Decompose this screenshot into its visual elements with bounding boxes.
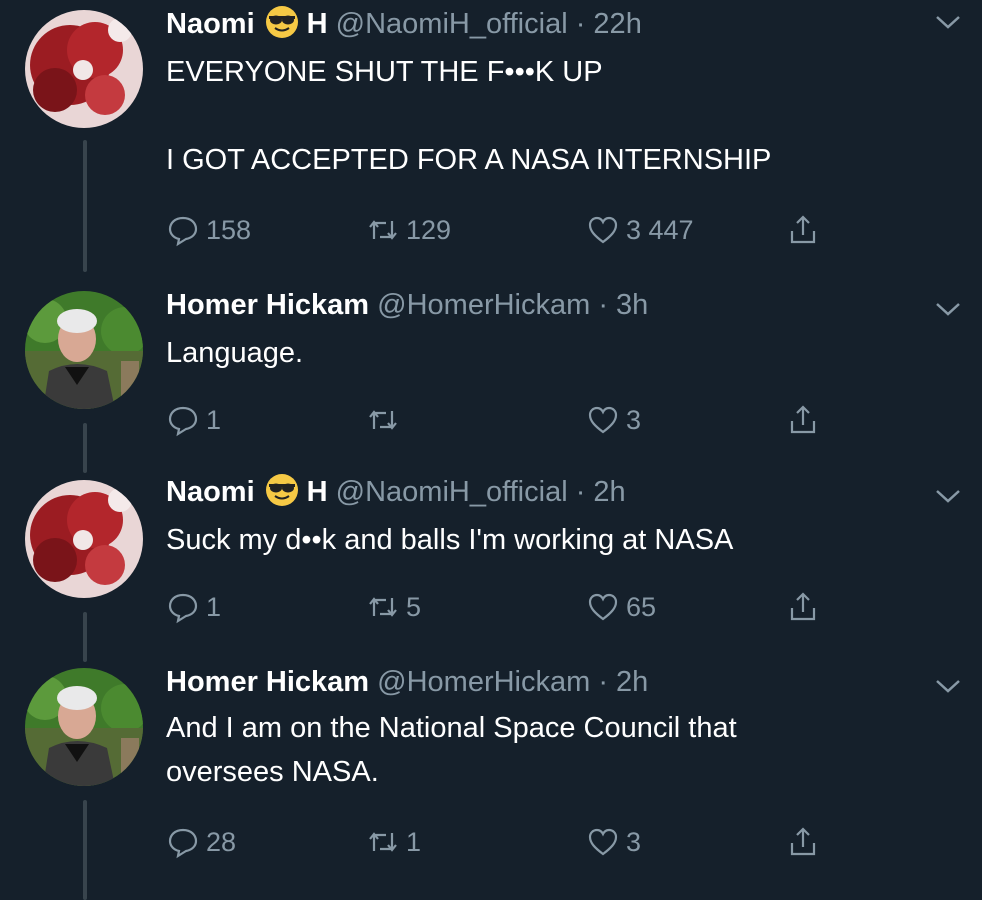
avatar-image xyxy=(25,480,143,598)
retweet-button[interactable]: 5 xyxy=(366,587,421,627)
thread-line xyxy=(83,800,87,900)
avatar-image xyxy=(25,291,143,409)
display-name-suffix[interactable]: H xyxy=(307,476,328,508)
user-handle[interactable]: @HomerHickam xyxy=(377,289,590,321)
reply-icon xyxy=(168,593,198,624)
reply-button[interactable]: 158 xyxy=(166,210,251,250)
display-name[interactable]: Naomi xyxy=(166,8,255,40)
retweet-button[interactable]: 129 xyxy=(366,210,451,250)
reply-button[interactable]: 1 xyxy=(166,587,221,627)
reply-icon xyxy=(168,216,198,247)
sunglasses-emoji-icon xyxy=(265,473,299,507)
thread-line xyxy=(83,423,87,473)
reply-button[interactable]: 1 xyxy=(166,400,221,440)
sunglasses-emoji-icon xyxy=(265,5,299,39)
reply-count: 1 xyxy=(206,404,222,435)
avatar-image xyxy=(25,668,143,786)
tweet-header: Naomi H @NaomiH_official · 2h xyxy=(166,472,626,512)
retweet-count: 129 xyxy=(406,214,452,245)
tweet-header: Naomi H @NaomiH_official · 22h xyxy=(166,4,642,44)
tweet-text: Language. xyxy=(166,337,304,369)
timestamp[interactable]: · 2h xyxy=(598,666,648,698)
like-count: 3 447 xyxy=(626,214,694,245)
tweet-header: Homer Hickam @HomerHickam · 2h xyxy=(166,662,648,702)
share-button[interactable] xyxy=(786,210,826,250)
share-button[interactable] xyxy=(786,822,826,862)
tweet-header: Homer Hickam @HomerHickam · 3h xyxy=(166,285,648,325)
reply-count: 1 xyxy=(206,591,222,622)
avatar[interactable] xyxy=(25,480,143,598)
tweet-thread: Naomi H @NaomiH_official · 22h EVERYONE S… xyxy=(0,0,982,900)
retweet-icon xyxy=(369,220,397,240)
like-count: 65 xyxy=(626,591,657,622)
chevron-down-icon[interactable] xyxy=(934,486,962,506)
share-icon xyxy=(790,215,816,244)
timestamp[interactable]: · 2h xyxy=(576,476,626,508)
tweet-actions: 28 1 3 xyxy=(166,822,866,862)
retweet-button[interactable] xyxy=(366,400,406,440)
reply-count: 28 xyxy=(206,826,237,857)
share-button[interactable] xyxy=(786,400,826,440)
avatar-image xyxy=(25,10,143,128)
retweet-icon xyxy=(369,832,397,852)
retweet-count: 1 xyxy=(406,826,422,857)
chevron-down-icon[interactable] xyxy=(934,12,962,32)
chevron-down-icon[interactable] xyxy=(934,299,962,319)
reply-count: 158 xyxy=(206,214,252,245)
retweet-count: 5 xyxy=(406,591,422,622)
display-name[interactable]: Homer Hickam xyxy=(166,289,369,321)
display-name[interactable]: Naomi xyxy=(166,476,255,508)
share-icon xyxy=(790,827,816,856)
like-count: 3 xyxy=(626,404,642,435)
tweet-text: EVERYONE SHUT THE F•••K UP I GOT ACCEPTE… xyxy=(166,56,772,176)
retweet-button[interactable]: 1 xyxy=(366,822,421,862)
thread-line xyxy=(83,140,87,272)
display-name-suffix[interactable]: H xyxy=(307,8,328,40)
reply-icon xyxy=(168,828,198,859)
avatar[interactable] xyxy=(25,291,143,409)
tweet-text: Suck my d••k and balls I'm working at NA… xyxy=(166,524,734,556)
share-icon xyxy=(790,405,816,434)
chevron-down-icon[interactable] xyxy=(934,676,962,696)
reply-icon xyxy=(168,406,198,437)
tweet-text: And I am on the National Space Council t… xyxy=(166,712,737,788)
like-count: 3 xyxy=(626,826,642,857)
retweet-icon xyxy=(369,597,397,617)
heart-icon xyxy=(588,406,618,434)
like-button[interactable]: 3 xyxy=(586,822,641,862)
like-button[interactable]: 65 xyxy=(586,587,656,627)
heart-icon xyxy=(588,828,618,856)
tweet-actions: 1 3 xyxy=(166,400,866,440)
avatar[interactable] xyxy=(25,668,143,786)
tweet-actions: 1 5 65 xyxy=(166,587,866,627)
avatar[interactable] xyxy=(25,10,143,128)
user-handle[interactable]: @NaomiH_official xyxy=(336,476,568,508)
share-icon xyxy=(790,592,816,621)
heart-icon xyxy=(588,216,618,244)
retweet-icon xyxy=(369,410,397,430)
like-button[interactable]: 3 xyxy=(586,400,641,440)
timestamp[interactable]: · 22h xyxy=(576,8,642,40)
like-button[interactable]: 3 447 xyxy=(586,210,694,250)
timestamp[interactable]: · 3h xyxy=(598,289,648,321)
heart-icon xyxy=(588,593,618,621)
thread-line xyxy=(83,612,87,662)
tweet-actions: 158 129 3 447 xyxy=(166,210,866,250)
reply-button[interactable]: 28 xyxy=(166,822,236,862)
share-button[interactable] xyxy=(786,587,826,627)
display-name[interactable]: Homer Hickam xyxy=(166,666,369,698)
user-handle[interactable]: @HomerHickam xyxy=(377,666,590,698)
user-handle[interactable]: @NaomiH_official xyxy=(336,8,568,40)
